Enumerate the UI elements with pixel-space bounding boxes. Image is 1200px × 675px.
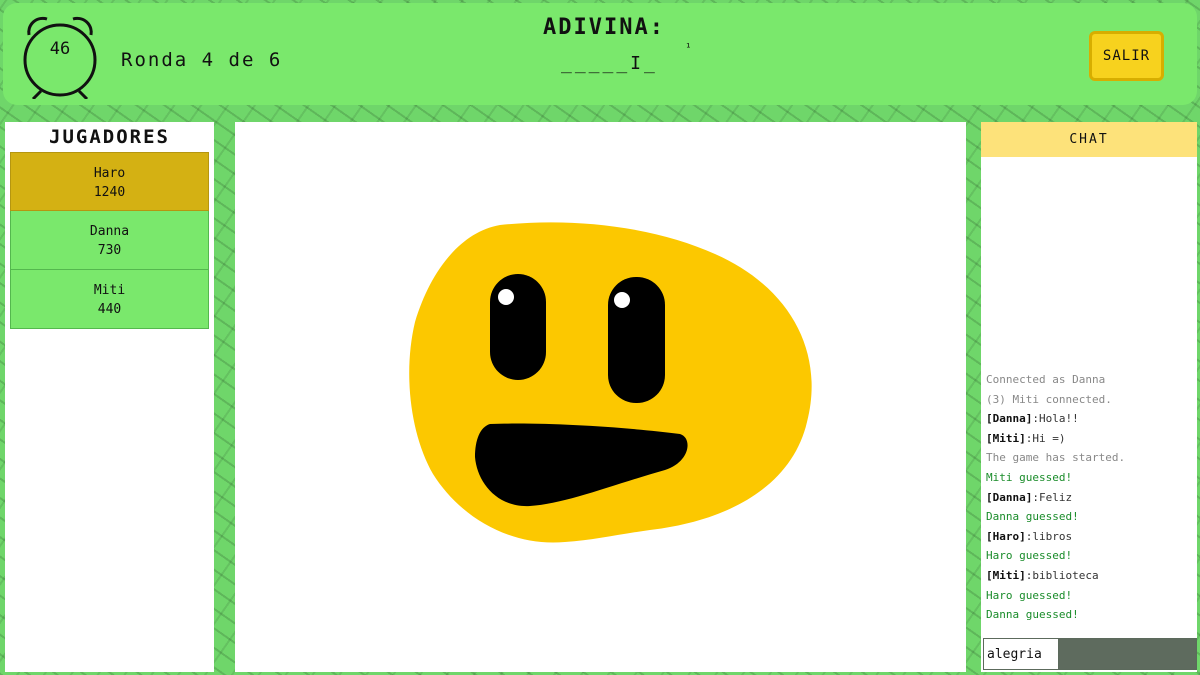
- chat-message-author: [Danna]: [986, 412, 1033, 426]
- smiley-face-drawing: [409, 222, 812, 543]
- player-row[interactable]: Haro 1240: [10, 152, 209, 211]
- right-eye-shine: [614, 292, 630, 308]
- chat-message-text: :Hi =): [1025, 431, 1066, 445]
- hint-mark: ¹: [685, 41, 692, 54]
- chat-message-text: :biblioteca: [1025, 568, 1099, 582]
- chat-message: Danna guessed!: [986, 605, 1196, 625]
- chat-messages: Connected as Danna (3) Miti connected. [Da…: [986, 370, 1196, 625]
- chat-message: Miti guessed!: [986, 468, 1196, 488]
- chat-message: [Miti]:biblioteca: [986, 566, 1196, 586]
- chat-message-text: (3) Miti connected.: [986, 392, 1112, 406]
- drawing-canvas[interactable]: [235, 122, 966, 672]
- chat-message-text: The game has started.: [986, 451, 1126, 465]
- chat-message-text: :Feliz: [1032, 490, 1073, 504]
- chat-message-text: Miti guessed!: [986, 470, 1073, 484]
- chat-message-text: Connected as Danna: [986, 373, 1106, 386]
- chat-message-text: Haro guessed!: [986, 588, 1073, 602]
- chat-message-text: Danna guessed!: [986, 510, 1079, 524]
- chat-message-author: [Danna]: [986, 490, 1033, 504]
- player-score: 1240: [93, 185, 126, 200]
- chat-message-text: Danna guessed!: [986, 608, 1079, 622]
- chat-message: [Haro]:libros: [986, 527, 1196, 547]
- left-eye-shine: [498, 289, 514, 305]
- word-hint: _____I_: [561, 53, 658, 74]
- chat-message-text: :libros: [1025, 529, 1073, 543]
- players-panel: JUGADORES Haro 1240 Danna 730 Miti 440: [5, 122, 214, 672]
- player-score: 730: [97, 243, 122, 258]
- player-score: 440: [97, 302, 122, 317]
- chat-input-row: [983, 638, 1197, 670]
- chat-message: (3) Miti connected.: [986, 390, 1196, 410]
- chat-message: Haro guessed!: [986, 546, 1196, 566]
- exit-button[interactable]: SALIR: [1089, 31, 1164, 81]
- chat-message: [Miti]:Hi =): [986, 429, 1196, 449]
- chat-message-author: [Haro]: [986, 529, 1026, 543]
- round-label: Ronda 4 de 6: [121, 49, 283, 71]
- chat-message-author: [Miti]: [986, 431, 1026, 445]
- player-list: Haro 1240 Danna 730 Miti 440: [10, 152, 209, 329]
- player-row[interactable]: Miti 440: [10, 270, 209, 329]
- chat-message: [Danna]:Hola!!: [986, 409, 1196, 429]
- chat-message: Danna guessed!: [986, 507, 1196, 527]
- chat-message-author: [Miti]: [986, 568, 1026, 582]
- player-name: Haro: [93, 166, 126, 181]
- chat-message: Haro guessed!: [986, 586, 1196, 606]
- player-row[interactable]: Danna 730: [10, 211, 209, 270]
- chat-message-text: :Hola!!: [1032, 412, 1079, 426]
- chat-title: CHAT: [981, 122, 1197, 157]
- alarm-clock-timer: 46: [19, 13, 101, 101]
- players-title: JUGADORES: [49, 126, 170, 148]
- chat-message: Connected as Danna: [986, 370, 1196, 390]
- chat-message: The game has started.: [986, 448, 1196, 468]
- guess-title: ADIVINA:: [543, 15, 665, 40]
- player-name: Miti: [93, 283, 126, 298]
- chat-message-text: Haro guessed!: [986, 549, 1073, 563]
- chat-message: [Danna]:Feliz: [986, 488, 1196, 508]
- chat-panel: CHAT Connected as Danna (3) Miti connecte…: [981, 122, 1197, 672]
- timer-value: 46: [49, 39, 71, 59]
- chat-send-area[interactable]: [1058, 638, 1197, 670]
- top-bar: 46 Ronda 4 de 6 ADIVINA: _____I_ ¹ SALIR: [3, 3, 1197, 105]
- chat-input[interactable]: [983, 638, 1058, 670]
- left-eye: [490, 274, 546, 380]
- player-name: Danna: [89, 224, 130, 239]
